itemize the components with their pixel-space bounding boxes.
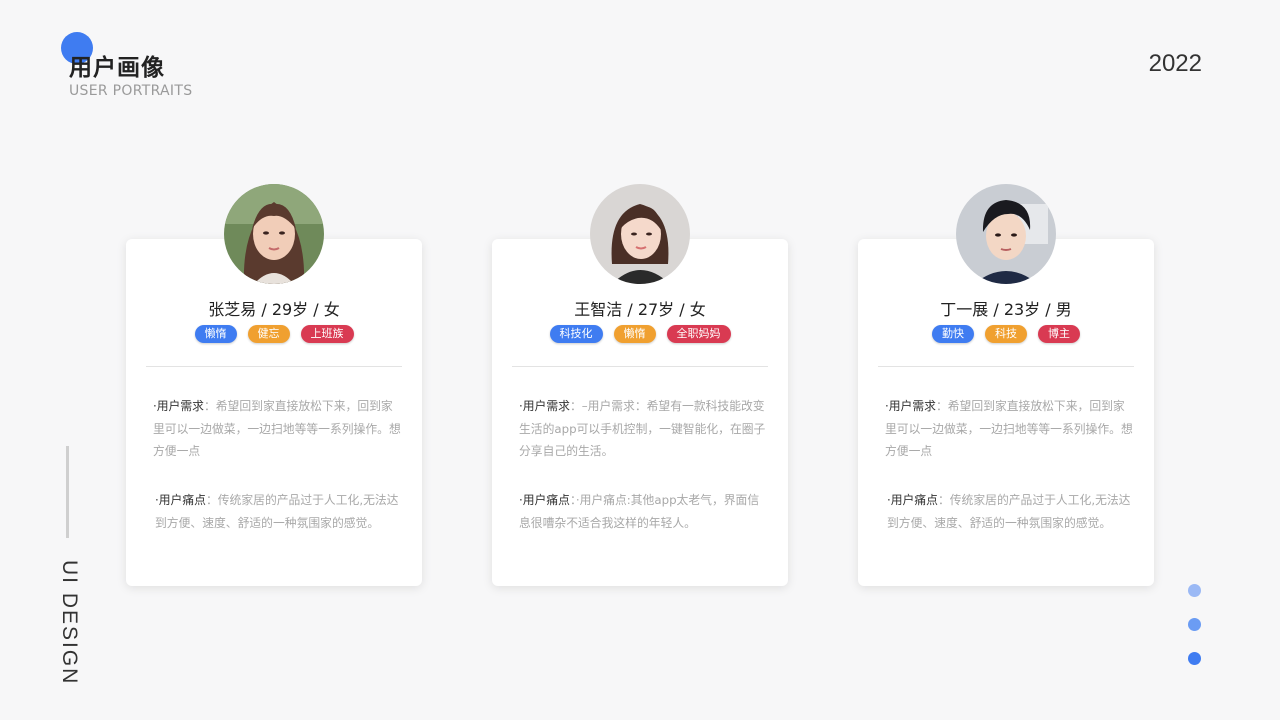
user-card: 王智洁 / 27岁 / 女 科技化 懒惰 全职妈妈 ·用户需求：–用户需求：希望… [492,184,788,586]
tag-badge: 懒惰 [613,325,656,343]
user-name: 张芝易 / 29岁 / 女 [208,300,340,319]
tag-badge: 博主 [1038,325,1080,343]
tag-badge: 科技化 [549,325,603,343]
avatar [590,184,690,284]
tag-badge: 上班族 [300,325,354,343]
tag-badge: 全职妈妈 [666,325,731,343]
portrait-young-man-icon [956,184,1056,284]
pain-label: ·用户痛点 [887,493,938,507]
pain-label: ·用户痛点 [519,493,570,507]
tag-badge: 健忘 [247,325,290,343]
page-title: 用户画像 [69,55,165,81]
avatar [224,184,324,284]
user-card: 丁一展 / 23岁 / 男 勤快 科技 博主 ·用户需求：希望回到家直接放松下来… [858,184,1154,586]
page-dot-3[interactable] [1188,652,1201,665]
needs-label: ·用户需求 [153,399,204,413]
pain-label: ·用户痛点 [155,493,206,507]
card-divider [146,366,402,367]
user-needs: ·用户需求：希望回到家直接放松下来，回到家里可以一边做菜，一边扫地等等一系列操作… [153,395,402,463]
user-card: 张芝易 / 29岁 / 女 懒惰 健忘 上班族 ·用户需求：希望回到家直接放松下… [126,184,422,586]
card-divider [878,366,1134,367]
avatar [956,184,1056,284]
user-pain-points: ·用户痛点：传统家居的产品过于人工化,无法达到方便、速度、舒适的一种氛围家的感觉… [887,489,1134,534]
user-pain-points: ·用户痛点：·用户痛点:其他app太老气，界面信息很嘈杂不适合我这样的年轻人。 [519,489,768,534]
tag-badge: 勤快 [932,325,974,343]
page-dot-2[interactable] [1188,618,1201,631]
user-needs: ·用户需求：希望回到家直接放松下来，回到家里可以一边做菜，一边扫地等等一系列操作… [885,395,1134,463]
portrait-woman-short-hair-icon [590,184,690,284]
side-divider-line [66,446,69,538]
user-needs: ·用户需求：–用户需求：希望有一款科技能改变生活的app可以手机控制，一键智能化… [519,395,768,463]
tag-list: 勤快 科技 博主 [858,325,1154,343]
needs-label: ·用户需求 [885,399,936,413]
tag-badge: 懒惰 [194,325,237,343]
page-indicator [1188,584,1201,686]
needs-label: ·用户需求 [519,399,570,413]
tag-badge: 科技 [985,325,1027,343]
user-name: 丁一展 / 23岁 / 男 [940,300,1072,319]
tag-list: 懒惰 健忘 上班族 [126,325,422,343]
tag-list: 科技化 懒惰 全职妈妈 [492,325,788,343]
card-divider [512,366,768,367]
side-label: UI DESIGN [58,560,81,686]
user-pain-points: ·用户痛点：传统家居的产品过于人工化,无法达到方便、速度、舒适的一种氛围家的感觉… [155,489,402,534]
year-label: 2022 [1148,50,1202,77]
page-dot-1[interactable] [1188,584,1201,597]
portrait-woman-long-hair-icon [224,184,324,284]
user-name: 王智洁 / 27岁 / 女 [574,300,706,319]
page-subtitle: USER PORTRAITS [69,83,193,99]
